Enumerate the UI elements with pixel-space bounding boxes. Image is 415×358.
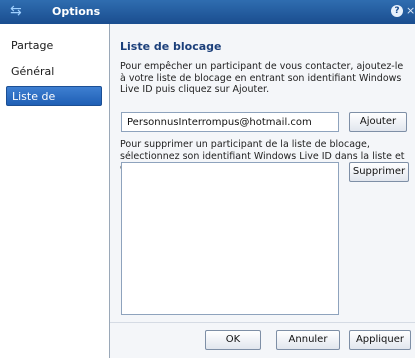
footer-divider (110, 322, 415, 323)
ok-button[interactable]: OK (205, 330, 261, 350)
sidebar-item-general[interactable]: Général (6, 62, 102, 82)
sidebar-item-label: Général (11, 65, 55, 78)
remove-button[interactable]: Supprimer (349, 162, 409, 182)
sidebar-item-liste-de-blocage[interactable]: Liste de blocage (6, 86, 102, 123)
window-title: Options (52, 5, 101, 18)
title-bar: ⇆ Options ? × (0, 0, 415, 24)
windows-live-id-input[interactable] (121, 112, 339, 132)
sidebar-item-label: Liste de blocage (12, 90, 56, 123)
apply-button[interactable]: Appliquer (349, 330, 411, 350)
close-icon[interactable]: × (406, 4, 415, 17)
add-button[interactable]: Ajouter (349, 112, 407, 132)
intro-text: Pour empêcher un participant de vous con… (120, 61, 404, 95)
sidebar-item-label: Partage (11, 39, 54, 52)
sidebar: Partage Général Liste de blocage (0, 24, 110, 358)
cancel-button[interactable]: Annuler (276, 330, 340, 350)
messenger-arrows-icon: ⇆ (10, 3, 22, 19)
help-icon[interactable]: ? (391, 5, 403, 17)
sidebar-item-partage[interactable]: Partage (6, 36, 102, 56)
blocked-list[interactable] (121, 162, 339, 315)
page-title: Liste de blocage (120, 40, 222, 53)
